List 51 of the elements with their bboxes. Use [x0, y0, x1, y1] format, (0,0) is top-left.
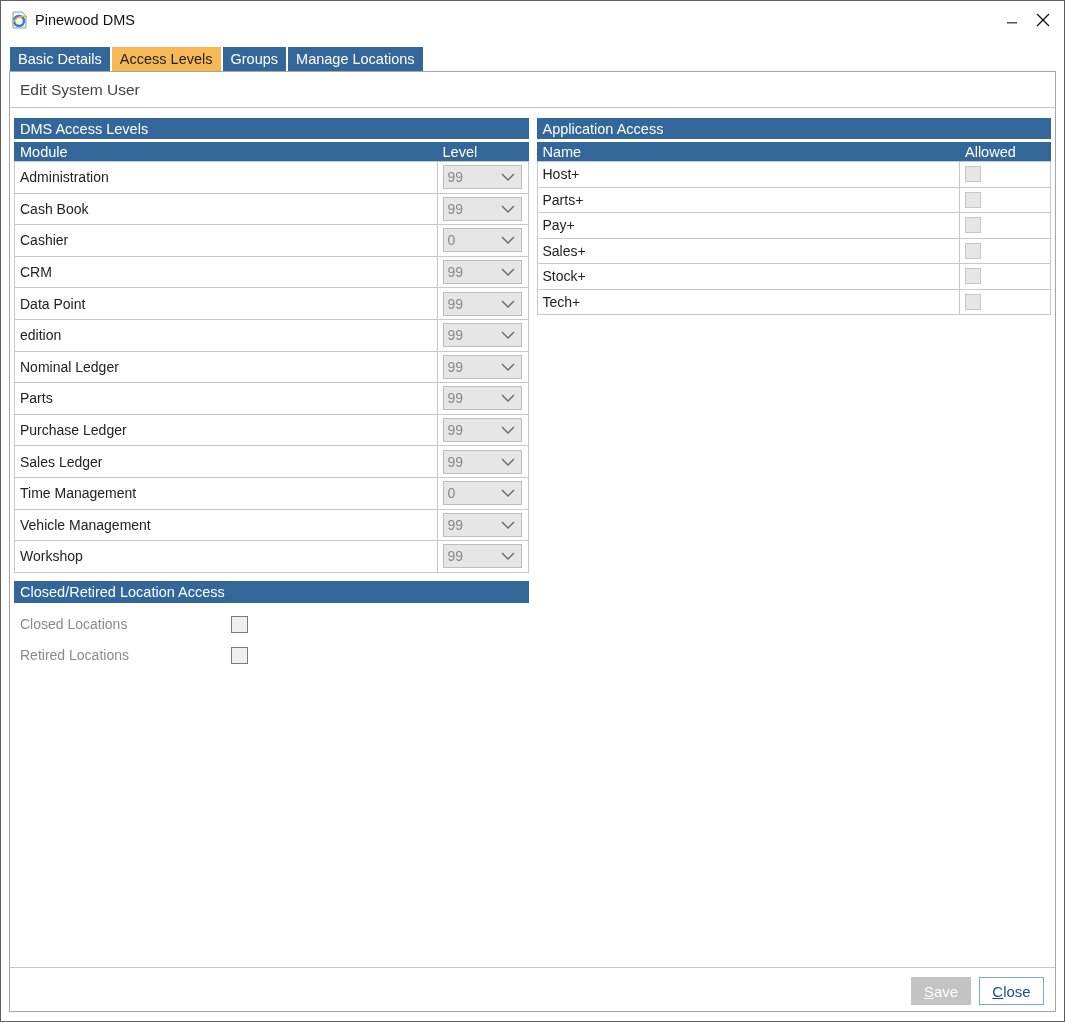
chevron-down-icon [500, 426, 515, 435]
table-cell: Cash Book [14, 193, 437, 225]
document-ring-icon [10, 10, 28, 29]
table-cell: Data Point [14, 287, 437, 320]
table-cell: Nominal Ledger [14, 351, 437, 383]
table-cell: Sales+ [537, 238, 960, 264]
table-cell: Time Management [14, 477, 437, 510]
chevron-down-icon [500, 552, 515, 561]
chevron-down-icon [500, 236, 515, 245]
table-cell: Parts [14, 382, 437, 415]
column-header: Module [19, 143, 69, 160]
table-cell: Tech+ [537, 289, 960, 315]
table-cell: Stock+ [537, 263, 960, 289]
chevron-down-icon [500, 362, 515, 371]
minimize-icon[interactable] [1007, 21, 1017, 24]
table-cell: Cashier [14, 224, 437, 257]
section-header: DMS Access Levels [14, 118, 529, 139]
chevron-down-icon [500, 268, 515, 277]
close-icon[interactable] [1036, 12, 1050, 27]
checkbox-label: Closed Locations [19, 616, 129, 633]
window-title: Pinewood DMS [35, 11, 135, 28]
table-cell: CRM [14, 256, 437, 288]
tab[interactable]: Basic Details [10, 47, 110, 71]
table-cell: Sales Ledger [14, 445, 437, 478]
section-header: Application Access [536, 118, 1051, 139]
dialog-button[interactable]: Close [979, 977, 1044, 1005]
column-header: Level [442, 143, 479, 160]
tab[interactable]: Access Levels [111, 47, 221, 71]
chevron-down-icon [500, 173, 515, 182]
table-cell: Administration [14, 161, 437, 194]
column-header: Name [541, 143, 583, 160]
table-cell: edition [14, 319, 437, 352]
chevron-down-icon [500, 299, 515, 308]
panel-title: Edit System User [20, 80, 140, 99]
table-cell: Pay+ [537, 212, 960, 238]
section-header: Closed/Retired Location Access [14, 580, 529, 603]
chevron-down-icon [500, 204, 515, 213]
table-cell: Host+ [537, 161, 960, 187]
chevron-down-icon [500, 394, 515, 403]
chevron-down-icon [500, 489, 515, 498]
tab[interactable]: Manage Locations [288, 47, 423, 71]
chevron-down-icon [500, 457, 515, 466]
checkbox-label: Retired Locations [19, 647, 130, 664]
chevron-down-icon [500, 331, 515, 340]
table-cell: Workshop [14, 540, 437, 573]
table-cell: Purchase Ledger [14, 414, 437, 446]
tab[interactable]: Groups [222, 47, 287, 71]
table-cell: Parts+ [537, 187, 960, 213]
chevron-down-icon [500, 520, 515, 529]
table-cell: Vehicle Management [14, 509, 437, 541]
column-header: Allowed [965, 143, 1017, 160]
